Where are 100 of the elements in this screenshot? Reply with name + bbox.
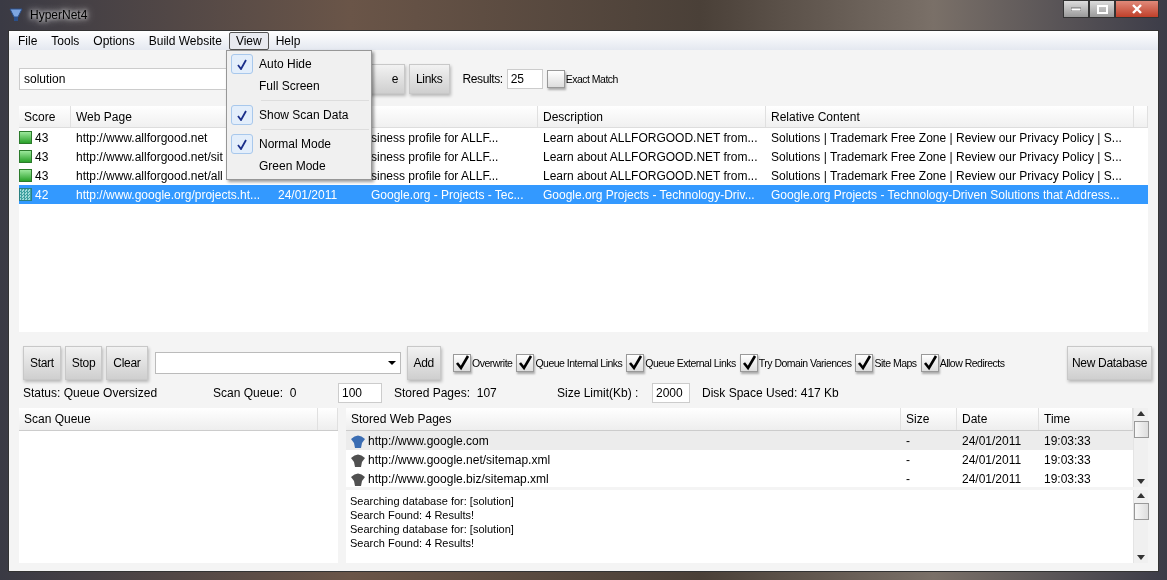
action-button[interactable]: Start — [23, 346, 61, 380]
table-cell: Google.org - Projects - Tec... — [371, 187, 524, 202]
action-button[interactable]: Clear — [106, 346, 148, 380]
checkbox-label: Allow Redirects — [939, 357, 1005, 369]
table-cell-text: 24/01/2011 — [961, 471, 1023, 486]
column-header[interactable]: Web Page — [76, 109, 132, 124]
table-cell-text: 19:03:33 — [1043, 433, 1092, 448]
menu-item[interactable]: View — [228, 31, 269, 50]
menu-item[interactable]: File — [11, 31, 45, 50]
links-button[interactable]: Links — [409, 64, 450, 94]
menu-option[interactable]: Normal Mode — [229, 133, 369, 155]
stored-page-row[interactable]: http://www.google.com - 24/01/2011 19:03:33 — [346, 431, 1133, 450]
table-cell: Learn about ALLFORGOOD.NET from... — [543, 168, 758, 183]
checkbox[interactable] — [453, 354, 471, 372]
stored-page-row[interactable]: http://www.google.biz/sitemap.xml - 24/01/2011 19:03:33 — [346, 469, 1133, 488]
menu-item[interactable]: Tools — [44, 31, 87, 50]
scroll-thumb[interactable] — [1133, 421, 1149, 438]
results-label: Results: — [462, 72, 503, 86]
column-header[interactable]: Relative Content — [771, 109, 860, 124]
table-cell: 24/01/2011 — [278, 187, 338, 202]
dropdown-arrow-icon — [387, 361, 396, 365]
table-cell-text: - — [905, 433, 911, 448]
score-icon[interactable] — [19, 188, 32, 201]
menu-item[interactable]: Help — [268, 31, 308, 50]
scroll-up-icon[interactable] — [1137, 493, 1145, 498]
scroll-down-icon[interactable] — [1137, 479, 1145, 484]
table-cell: 43 — [35, 130, 49, 145]
table-cell: 43 — [35, 168, 49, 183]
scroll-down-icon[interactable] — [1137, 555, 1145, 560]
checkbox[interactable] — [739, 354, 758, 372]
stored-page-row[interactable]: http://www.google.net/sitemap.xml - 24/01/2011 19:03:33 — [346, 450, 1133, 469]
maximize-icon — [1096, 4, 1108, 14]
table-cell: http://www.google.biz/sitemap.xml — [368, 471, 549, 486]
checkbox[interactable] — [546, 70, 565, 88]
results-field[interactable]: 25 — [506, 69, 543, 89]
size-limit-field[interactable]: 2000 — [652, 383, 690, 403]
scroll-thumb[interactable] — [1133, 503, 1149, 520]
table-cell: 43 — [35, 149, 49, 164]
stored-pages-count: Stored Pages: 107 — [393, 386, 498, 400]
scan-queue-count: Scan Queue: 0 — [213, 386, 298, 400]
checkbox-label: Overwrite — [472, 357, 513, 369]
table-cell-text: - — [905, 452, 911, 467]
status-text: Status: Queue Oversized — [23, 386, 159, 400]
table-cell: siness profile for ALLF... — [371, 130, 499, 145]
column-header[interactable]: Score — [24, 109, 56, 124]
disk-space-text: Disk Space Used: 417 Kb — [701, 386, 840, 400]
checkbox[interactable] — [516, 354, 535, 372]
table-cell: Solutions | Trademark Free Zone | Review our Privacy Policy | S... — [771, 149, 1122, 164]
checkmark-icon — [237, 58, 247, 70]
column-header[interactable]: Description — [543, 109, 604, 124]
table-cell: http://www.allforgood.net/sit — [76, 149, 223, 164]
app-icon — [8, 7, 24, 23]
checkmark-icon — [237, 109, 247, 121]
log-line: Searching database for: [solution] — [350, 494, 515, 508]
add-button[interactable]: Add — [406, 346, 441, 380]
scroll-up-icon[interactable] — [1137, 411, 1145, 416]
checkbox[interactable] — [626, 354, 645, 372]
table-cell-text: 19:03:33 — [1043, 452, 1092, 467]
checkbox[interactable] — [920, 354, 939, 372]
table-cell: http://www.google.net/sitemap.xml — [368, 452, 551, 467]
checkbox-label: Queue External Links — [645, 357, 736, 369]
size-limit-label: Size Limit(Kb) : — [557, 386, 640, 400]
checkbox-label: Try Domain Variences — [758, 357, 852, 369]
table-cell: Solutions | Trademark Free Zone | Review our Privacy Policy | S... — [771, 130, 1122, 145]
minimize-button[interactable] — [1063, 0, 1089, 18]
table-cell: http://www.google.org/projects.ht... — [76, 187, 261, 202]
queue-limit-field[interactable]: 100 — [338, 383, 382, 403]
score-icon[interactable] — [19, 169, 32, 182]
window-title: HyperNet4 — [30, 8, 88, 22]
close-button[interactable] — [1115, 0, 1159, 18]
scrollbar[interactable] — [1133, 408, 1148, 487]
table-cell: Solutions | Trademark Free Zone | Review our Privacy Policy | S... — [771, 168, 1122, 183]
table-cell-text: - — [905, 471, 911, 486]
checkmark-icon — [237, 138, 247, 150]
table-cell: http://www.allforgood.net — [76, 130, 208, 145]
table-cell: http://www.google.com — [368, 433, 489, 448]
score-icon[interactable] — [19, 150, 32, 163]
action-button[interactable]: Stop — [64, 346, 103, 380]
table-cell-text: 24/01/2011 — [961, 433, 1023, 448]
checkbox-label: Queue Internal Links — [535, 357, 623, 369]
score-icon[interactable] — [19, 131, 32, 144]
menu-option[interactable]: Green Mode — [229, 155, 369, 177]
minimize-icon — [1071, 7, 1081, 11]
table-cell: siness profile for ALLF... — [371, 149, 499, 164]
table-cell: Google.org Projects - Technology-Driven Solutions that Address... — [771, 187, 1120, 202]
table-cell-text: 24/01/2011 — [961, 452, 1023, 467]
log-line: Search Found: 4 Results! — [350, 536, 476, 550]
column-header[interactable]: Date — [957, 408, 1039, 430]
table-cell: Learn about ALLFORGOOD.NET from... — [543, 130, 758, 145]
menu-item[interactable]: Options — [86, 31, 142, 50]
column-header[interactable]: Stored Web Pages — [346, 408, 901, 430]
scrollbar[interactable] — [1133, 490, 1148, 563]
new-database-button[interactable]: New Database — [1066, 346, 1152, 380]
log-line: Search Found: 4 Results! — [350, 508, 476, 522]
maximize-button[interactable] — [1089, 0, 1115, 18]
menu-option[interactable]: Show Scan Data — [229, 104, 369, 126]
checkbox-label: Site Maps — [874, 357, 917, 369]
checkbox[interactable] — [855, 354, 874, 372]
column-header[interactable]: Size — [901, 408, 957, 430]
menu-item[interactable]: Build Website — [141, 31, 229, 50]
